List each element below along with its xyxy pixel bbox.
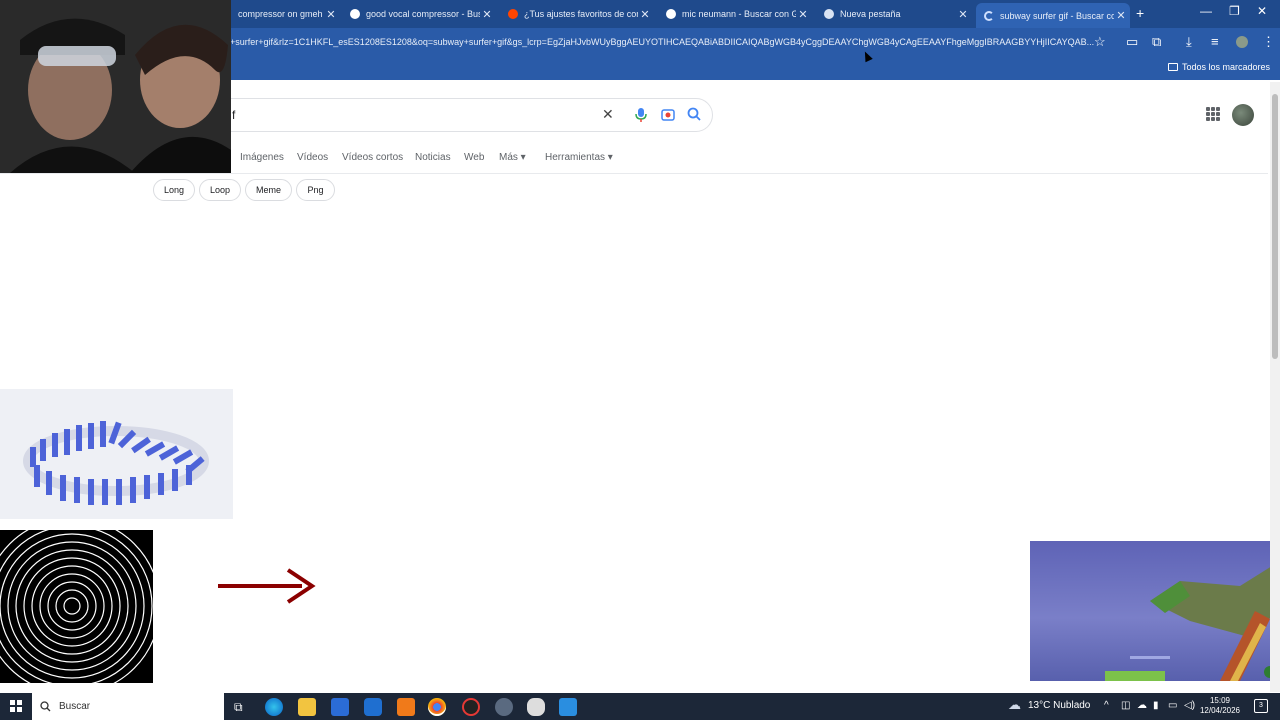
notification-center-icon[interactable]: 3 <box>1254 699 1268 713</box>
extensions-icon[interactable]: ⧉ <box>1152 34 1161 50</box>
tray-usb-icon[interactable]: ▮ <box>1153 700 1159 711</box>
dominoes-gif-image[interactable] <box>0 389 233 519</box>
profile-avatar-icon[interactable] <box>1236 36 1248 48</box>
obs-icon[interactable] <box>462 698 480 716</box>
subway-surfer-game-image[interactable] <box>1030 541 1280 681</box>
screen: compressor on gmeh - Bu ✕ good vocal com… <box>0 0 1280 720</box>
new-tab-button[interactable]: + <box>1136 5 1144 21</box>
tab-subway-surfer[interactable]: subway surfer gif - Buscar con ✕ <box>976 3 1130 28</box>
close-tab-icon[interactable]: ✕ <box>638 8 652 21</box>
search-icon[interactable] <box>687 107 701 121</box>
tab-videos[interactable]: Vídeos <box>297 152 328 163</box>
tab-nueva-pestana[interactable]: Nueva pestaña ✕ <box>816 2 972 26</box>
all-bookmarks-button[interactable]: Todos los marcadores <box>1167 62 1270 72</box>
webcam-overlay <box>0 0 231 173</box>
tray-expand-icon[interactable]: ^ <box>1104 700 1109 711</box>
media-control-icon[interactable]: ≡ <box>1211 34 1219 49</box>
tab-title: subway surfer gif - Buscar con <box>1000 10 1114 21</box>
restore-button[interactable]: ❐ <box>1229 4 1240 18</box>
lens-camera-icon[interactable] <box>660 107 676 123</box>
tab-title: Nueva pestaña <box>840 9 901 19</box>
tab-herramientas[interactable]: Herramientas ▾ <box>545 152 613 163</box>
tab-imagenes[interactable]: Imágenes <box>240 152 284 163</box>
chip-meme[interactable]: Meme <box>245 179 292 201</box>
file-explorer-icon[interactable] <box>298 698 316 716</box>
close-tab-icon[interactable]: ✕ <box>480 8 494 21</box>
tab-mic-neumann[interactable]: mic neumann - Buscar con Goo ✕ <box>658 2 812 26</box>
windows-taskbar: Buscar ⧉ ☁ 13°C Nublado ^ ◫ ☁ ▮ ▭ ◁) 15:… <box>0 693 1280 720</box>
menu-kebab-icon[interactable]: ⋮ <box>1262 34 1275 50</box>
search-query-text: f <box>232 108 236 122</box>
google-icon <box>666 9 676 19</box>
wifi-icon[interactable]: ▭ <box>1168 700 1177 711</box>
tab-videos-cortos[interactable]: Vídeos cortos <box>342 152 403 163</box>
close-tab-icon[interactable]: ✕ <box>796 8 810 21</box>
settings-gear-icon[interactable] <box>495 698 513 716</box>
mouse-app-icon[interactable] <box>527 698 545 716</box>
volume-icon[interactable]: ◁) <box>1184 700 1195 711</box>
tab-mas[interactable]: Más ▾ <box>499 152 526 163</box>
fl-studio-icon[interactable] <box>397 698 415 716</box>
tab-noticias[interactable]: Noticias <box>415 152 451 163</box>
chip-loop[interactable]: Loop <box>199 179 241 201</box>
tab-ajustes[interactable]: ¿Tus ajustes favoritos de comp ✕ <box>500 2 654 26</box>
close-tab-icon[interactable]: ✕ <box>956 8 970 21</box>
taskbar-search-box[interactable]: Buscar <box>32 693 224 720</box>
tab-good-vocal[interactable]: good vocal compressor - Busca ✕ <box>342 2 496 26</box>
account-avatar[interactable] <box>1232 104 1254 126</box>
spiral-gif-image[interactable] <box>0 517 161 695</box>
tab-compressor[interactable]: compressor on gmeh - Bu ✕ <box>230 2 340 26</box>
tray-app-icon[interactable]: ◫ <box>1121 700 1130 711</box>
google-icon <box>350 9 360 19</box>
tab-web[interactable]: Web <box>464 152 484 163</box>
close-tab-icon[interactable]: ✕ <box>324 8 338 21</box>
scrollbar-thumb[interactable] <box>1272 94 1278 359</box>
nav-divider <box>0 173 1268 174</box>
task-view-icon[interactable]: ⧉ <box>234 700 243 715</box>
minimize-button[interactable]: — <box>1200 4 1212 18</box>
microphone-icon[interactable] <box>635 107 647 123</box>
page-scrollbar[interactable] <box>1270 82 1280 692</box>
bookmark-star-icon[interactable]: ☆ <box>1094 34 1106 50</box>
loading-icon <box>984 10 994 21</box>
tab-title: ¿Tus ajustes favoritos de comp <box>524 9 638 19</box>
tab-title: good vocal compressor - Busca <box>366 9 480 19</box>
drawing-app-icon[interactable] <box>559 698 577 716</box>
close-window-button[interactable]: ✕ <box>1257 4 1267 18</box>
clock-time: 15:09 <box>1209 696 1230 705</box>
notification-count: 3 <box>1259 702 1263 709</box>
download-icon[interactable]: ⤓ <box>1186 34 1192 50</box>
reddit-icon <box>508 9 518 19</box>
search-icon <box>40 701 51 712</box>
google-apps-icon[interactable] <box>1206 107 1220 121</box>
tab-mas-label: Más <box>499 152 518 163</box>
red-arrow-image[interactable] <box>216 566 316 606</box>
microsoft-store-icon[interactable] <box>331 698 349 716</box>
tab-title: mic neumann - Buscar con Goo <box>682 9 796 19</box>
outlook-icon[interactable] <box>364 698 382 716</box>
system-clock[interactable]: 15:09 12/04/2026 <box>1200 696 1240 716</box>
close-tab-icon[interactable]: ✕ <box>1114 9 1128 22</box>
tab-search-icon[interactable]: ▭ <box>1126 34 1138 50</box>
tab-herramientas-label: Herramientas <box>545 152 606 163</box>
clock-date: 12/04/2026 <box>1199 706 1240 715</box>
address-bar[interactable]: +surfer+gif&rlz=1C1HKFL_esES1208ES1208&o… <box>230 30 1110 54</box>
all-bookmarks-label: Todos los marcadores <box>1181 62 1270 72</box>
chip-png[interactable]: Png <box>296 179 335 201</box>
edge-icon[interactable] <box>265 698 283 716</box>
tray-cloud-icon[interactable]: ☁ <box>1137 700 1147 711</box>
windows-start-icon[interactable] <box>10 700 22 712</box>
cloud-weather-icon[interactable]: ☁ <box>1008 697 1021 713</box>
weather-status[interactable]: 13°C Nublado <box>1028 700 1090 711</box>
chip-long[interactable]: Long <box>153 179 195 201</box>
folder-icon <box>1167 63 1178 71</box>
tab-title: compressor on gmeh - Bu <box>238 9 324 19</box>
chrome-icon <box>824 9 834 19</box>
clear-search-icon[interactable]: ✕ <box>602 106 614 123</box>
taskbar-search-placeholder: Buscar <box>59 701 91 712</box>
chrome-icon[interactable] <box>428 698 446 716</box>
